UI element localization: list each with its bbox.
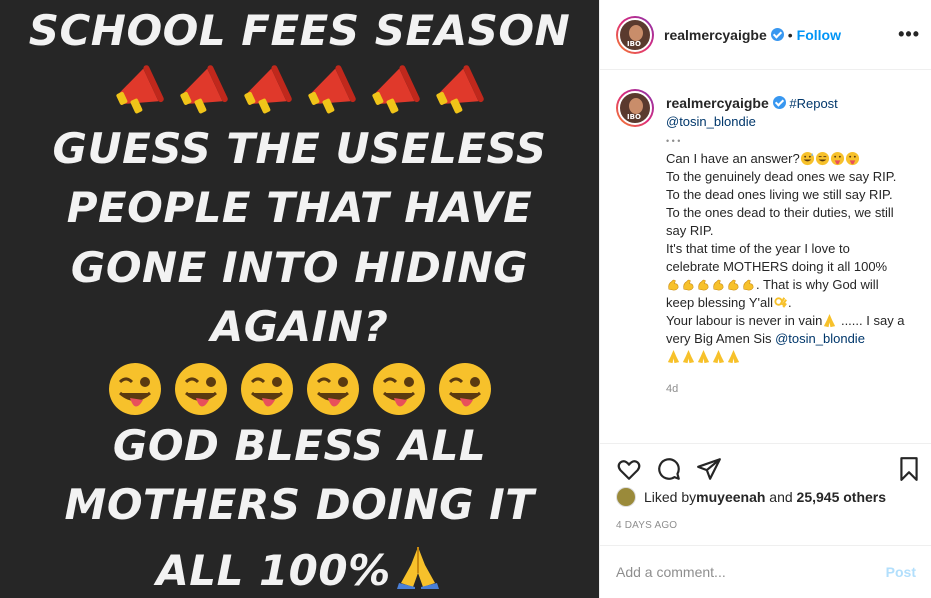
follow-button[interactable]: Follow: [797, 27, 841, 43]
folded-hands-row: [666, 349, 741, 364]
post-image[interactable]: SCHOOL FEES SEASON GUESS THE USELESS PEO…: [0, 0, 599, 598]
folded-hands-icon: [396, 547, 439, 589]
megaphone-icon: [307, 65, 356, 114]
bookmark-icon[interactable]: [896, 456, 922, 482]
folded-hands-icon: [727, 349, 740, 364]
caption-area: IBO realmercyaigbe #Repost @tosin_blondi…: [600, 71, 931, 443]
liker-username[interactable]: muyeenah: [696, 489, 765, 505]
image-text-line-8-wrap: ALL 100%: [0, 543, 599, 592]
megaphone-icon: [243, 65, 292, 114]
winking-tongue-face-icon: [240, 363, 293, 415]
caption-p3: To the dead ones living we still say RIP…: [666, 187, 893, 202]
more-options-icon[interactable]: •••: [898, 24, 920, 45]
megaphone-icon: [435, 65, 484, 114]
likes-summary[interactable]: Liked by muyeenah and 25,945 others: [616, 487, 886, 507]
megaphone-icon: [371, 65, 420, 114]
avatar-tag: IBO: [627, 113, 641, 121]
image-text-line-3: PEOPLE THAT HAVE: [66, 183, 533, 232]
flexed-biceps-icon: [683, 279, 694, 291]
winking-tongue-face-icon: [174, 363, 227, 415]
likes-middle: and: [765, 489, 797, 505]
caption-p1: Can I have an answer?: [666, 151, 800, 166]
caption-p5: It's that time of the year I love to cel…: [666, 241, 888, 274]
caption-p5c: .: [788, 295, 792, 310]
image-text-line-4: GONE INTO HIDING: [70, 243, 529, 292]
winking-tongue-face-icon: [306, 363, 359, 415]
caption-dots: • • •: [666, 136, 681, 146]
post-comment-button[interactable]: Post: [886, 564, 916, 580]
caption-mention[interactable]: @tosin_blondie: [666, 114, 756, 129]
image-text-line-8: ALL 100%: [156, 546, 391, 595]
header-separator: •: [787, 26, 793, 43]
image-text-line-2: GUESS THE USELESS: [52, 124, 547, 173]
caption-p2: To the genuinely dead ones we say RIP.: [666, 169, 897, 184]
caption-mention-2[interactable]: @tosin_blondie: [775, 331, 865, 346]
megaphone-row: [0, 62, 599, 118]
face-row: [0, 360, 599, 418]
folded-hands-icon: [667, 349, 680, 364]
flexed-biceps-row: [666, 277, 756, 292]
caption-p6: Your labour is never in vain: [666, 313, 823, 328]
caption-username[interactable]: realmercyaigbe: [666, 95, 769, 111]
comment-icon[interactable]: [656, 456, 682, 482]
flexed-biceps-icon: [698, 279, 709, 291]
flexed-biceps-icon: [713, 279, 724, 291]
image-text-line-1: SCHOOL FEES SEASON: [28, 6, 571, 55]
repost-hashtag[interactable]: #Repost: [789, 96, 837, 111]
flexed-biceps-icon: [728, 279, 739, 291]
post-sidebar: IBO realmercyaigbe • Follow ••• IBO real…: [599, 0, 931, 598]
tongue-face-icon: [830, 151, 844, 166]
likes-prefix: Liked by: [644, 489, 697, 505]
winking-tongue-face-icon: [438, 363, 491, 415]
heart-icon[interactable]: [616, 456, 642, 482]
avatar[interactable]: IBO: [616, 15, 654, 54]
folded-hands-icon: [712, 349, 725, 364]
liker-avatar[interactable]: [616, 487, 636, 507]
tongue-face-icon: [845, 151, 859, 166]
likes-count[interactable]: 25,945 others: [797, 489, 887, 505]
avatar-tag: IBO: [627, 39, 641, 48]
flexed-biceps-icon: [743, 279, 754, 291]
winking-tongue-face-icon: [372, 363, 425, 415]
image-text-line-6: GOD BLESS ALL: [112, 421, 487, 470]
folded-hands-icon: [682, 349, 695, 364]
comment-input[interactable]: [616, 564, 886, 580]
ok-hand-icon: [774, 297, 788, 308]
verified-badge-icon: [772, 96, 786, 109]
comment-box: Post: [600, 545, 931, 598]
megaphone-icon: [179, 65, 228, 114]
sweat-smile-icon: [800, 151, 814, 166]
post-header: IBO realmercyaigbe • Follow •••: [600, 0, 931, 70]
paper-plane-icon[interactable]: [696, 456, 722, 482]
flexed-biceps-icon: [668, 279, 679, 291]
image-text-line-5: AGAIN?: [210, 302, 389, 351]
grin-sweat-icon: [815, 151, 829, 166]
caption-avatar[interactable]: IBO: [616, 89, 654, 127]
verified-badge-icon: [770, 28, 784, 41]
header-username[interactable]: realmercyaigbe: [664, 27, 767, 43]
folded-hands-icon: [824, 313, 836, 328]
image-text-line-7: MOTHERS DOING IT: [64, 480, 535, 529]
caption-p4: To the ones dead to their duties, we sti…: [666, 205, 894, 238]
post-date[interactable]: 4 DAYS AGO: [616, 520, 677, 531]
folded-hands-icon: [697, 349, 710, 364]
caption-text: realmercyaigbe #Repost @tosin_blondie • …: [666, 94, 906, 398]
megaphone-icon: [115, 65, 164, 114]
winking-tongue-face-icon: [108, 363, 161, 415]
caption-time[interactable]: 4d: [666, 380, 906, 398]
